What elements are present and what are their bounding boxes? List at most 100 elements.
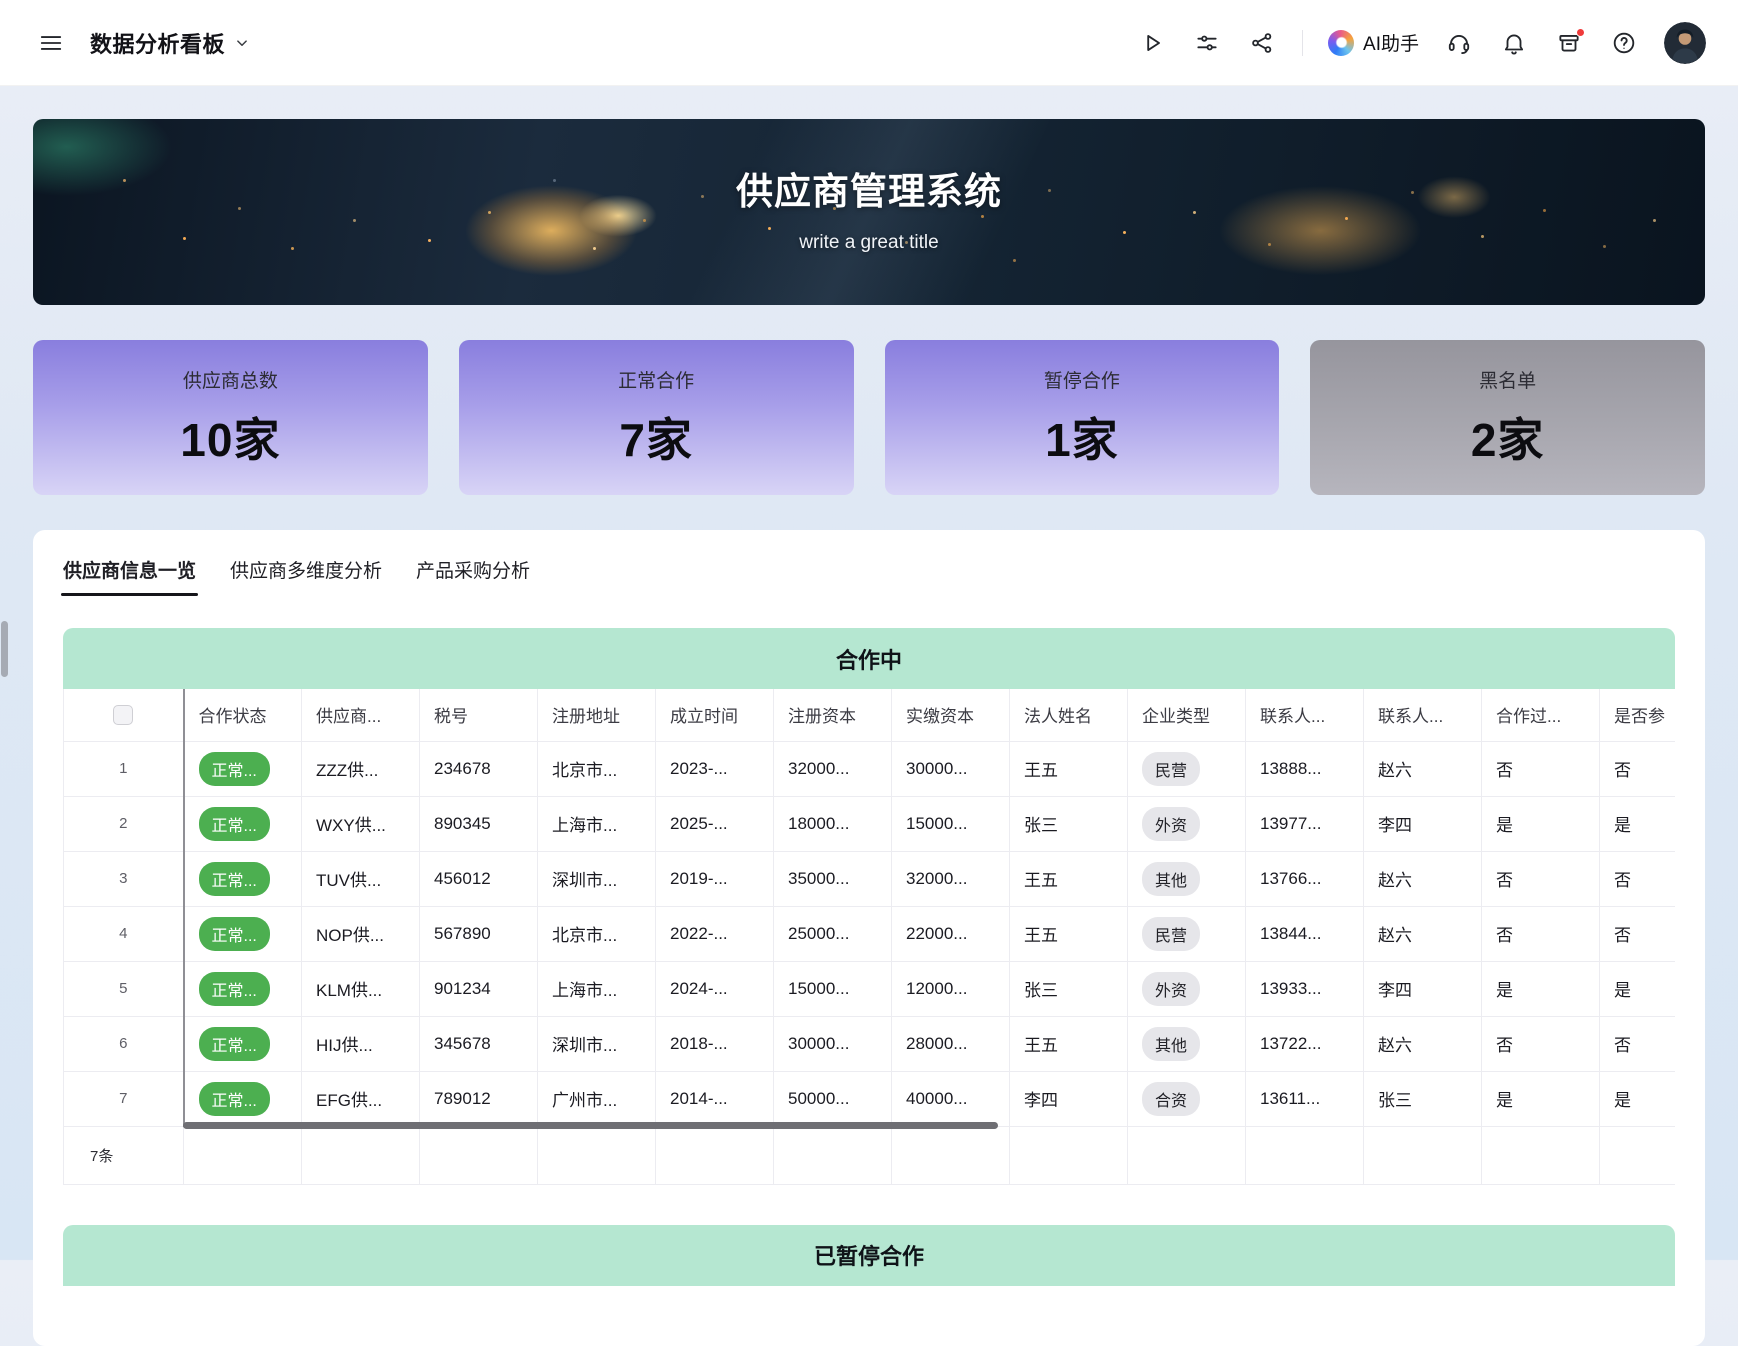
column-header[interactable]: 合作过... [1482, 689, 1600, 741]
stats-row: 供应商总数10家正常合作7家 暂停合作 1家 黑名单2家 [33, 340, 1705, 495]
empty-cell [1010, 1126, 1128, 1184]
column-header[interactable]: 税号 [420, 689, 538, 741]
present-button[interactable] [1137, 28, 1167, 58]
column-header[interactable]: 合作状态 [184, 689, 302, 741]
stat-card[interactable]: 黑名单2家 [1310, 340, 1705, 495]
column-header[interactable]: 供应商... [302, 689, 420, 741]
column-header[interactable]: 成立时间 [656, 689, 774, 741]
cell-supplier: NOP供... [302, 906, 420, 961]
cell-participated: 否 [1600, 851, 1676, 906]
cell-contact-phone: 13766... [1246, 851, 1364, 906]
column-header[interactable]: 法人姓名 [1010, 689, 1128, 741]
empty-cell [1128, 1126, 1246, 1184]
cell-legal-person: 王五 [1010, 906, 1128, 961]
group-header-cooperating[interactable]: 合作中 [63, 628, 1675, 689]
cell-legal-person: 李四 [1010, 1071, 1128, 1126]
cell-contact-phone: 13977... [1246, 796, 1364, 851]
cell-cooperated: 是 [1482, 796, 1600, 851]
company-type-badge: 民营 [1142, 752, 1200, 786]
tabs: 供应商信息一览供应商多维度分析产品采购分析 [63, 556, 1675, 596]
settings-button[interactable] [1192, 28, 1222, 58]
cell-reg-capital: 32000... [774, 741, 892, 796]
support-button[interactable] [1444, 28, 1474, 58]
table-row[interactable]: 1正常...ZZZ供...234678北京市...2023-...32000..… [64, 741, 1676, 796]
status-badge: 正常... [199, 807, 270, 841]
cell-paid-capital: 30000... [892, 741, 1010, 796]
table-row[interactable]: 5正常...KLM供...901234上海市...2024-...15000..… [64, 961, 1676, 1016]
cell-supplier: EFG供... [302, 1071, 420, 1126]
cell-cooperated: 否 [1482, 851, 1600, 906]
tab-1[interactable]: 供应商信息一览 [63, 556, 196, 596]
cell-company-type: 外资 [1128, 796, 1246, 851]
stat-label: 暂停合作 [1044, 366, 1120, 393]
cell-cooperated: 否 [1482, 741, 1600, 796]
table-row[interactable]: 6正常...HIJ供...345678深圳市...2018-...30000..… [64, 1016, 1676, 1071]
table-row[interactable]: 7正常...EFG供...789012广州市...2014-...50000..… [64, 1071, 1676, 1126]
tab-3[interactable]: 产品采购分析 [416, 556, 530, 596]
column-header[interactable]: 企业类型 [1128, 689, 1246, 741]
select-all-checkbox[interactable] [113, 705, 133, 725]
banner-subtitle: write a great title [799, 232, 938, 254]
empty-cell [1600, 1126, 1676, 1184]
ai-assistant-logo-icon [1328, 30, 1354, 56]
column-header[interactable]: 是否参 [1600, 689, 1676, 741]
cell-founded: 2023-... [656, 741, 774, 796]
table-row[interactable]: 2正常...WXY供...890345上海市...2025-...18000..… [64, 796, 1676, 851]
dashboard-title-dropdown[interactable]: 数据分析看板 [90, 27, 251, 59]
cell-status: 正常... [184, 796, 302, 851]
horizontal-scrollbar[interactable] [183, 1122, 998, 1129]
stat-card[interactable]: 供应商总数10家 [33, 340, 428, 495]
vertical-scrollbar[interactable] [1, 621, 8, 677]
cell-reg-capital: 25000... [774, 906, 892, 961]
row-number: 4 [64, 906, 184, 961]
tab-2[interactable]: 供应商多维度分析 [230, 556, 382, 596]
row-count: 7条 [64, 1126, 184, 1184]
notifications-button[interactable] [1499, 28, 1529, 58]
cell-reg-capital: 18000... [774, 796, 892, 851]
column-header[interactable]: 联系人... [1246, 689, 1364, 741]
table-footer-row: 7条 [64, 1126, 1676, 1184]
group-header-paused[interactable]: 已暂停合作 [63, 1225, 1675, 1286]
cell-company-type: 外资 [1128, 961, 1246, 1016]
column-header[interactable]: 实缴资本 [892, 689, 1010, 741]
stat-value: 1家 [1045, 404, 1119, 470]
cell-paid-capital: 15000... [892, 796, 1010, 851]
status-badge: 正常... [199, 972, 270, 1006]
status-badge: 正常... [199, 752, 270, 786]
empty-cell [420, 1126, 538, 1184]
table-row[interactable]: 3正常...TUV供...456012深圳市...2019-...35000..… [64, 851, 1676, 906]
empty-cell [302, 1126, 420, 1184]
cell-cooperated: 否 [1482, 906, 1600, 961]
headset-icon [1446, 30, 1472, 56]
column-header[interactable]: 注册地址 [538, 689, 656, 741]
stat-card[interactable]: 暂停合作 1家 [885, 340, 1280, 495]
cell-contact-phone: 13844... [1246, 906, 1364, 961]
empty-cell [892, 1126, 1010, 1184]
inbox-button[interactable] [1554, 28, 1584, 58]
cell-paid-capital: 28000... [892, 1016, 1010, 1071]
stat-card[interactable]: 正常合作7家 [459, 340, 854, 495]
help-button[interactable] [1609, 28, 1639, 58]
share-button[interactable] [1247, 28, 1277, 58]
cell-tax-no: 567890 [420, 906, 538, 961]
company-type-badge: 其他 [1142, 1027, 1200, 1061]
cell-status: 正常... [184, 741, 302, 796]
empty-cell [774, 1126, 892, 1184]
column-header[interactable]: 联系人... [1364, 689, 1482, 741]
cell-contact-phone: 13722... [1246, 1016, 1364, 1071]
cell-company-type: 合资 [1128, 1071, 1246, 1126]
table-row[interactable]: 4正常...NOP供...567890北京市...2022-...25000..… [64, 906, 1676, 961]
cell-founded: 2014-... [656, 1071, 774, 1126]
avatar-photo [1664, 22, 1706, 64]
cell-tax-no: 890345 [420, 796, 538, 851]
cell-legal-person: 张三 [1010, 961, 1128, 1016]
user-avatar[interactable] [1664, 22, 1706, 64]
column-header[interactable]: 注册资本 [774, 689, 892, 741]
hero-banner: 供应商管理系统 write a great title [33, 119, 1705, 305]
menu-button[interactable] [36, 28, 66, 58]
cell-founded: 2018-... [656, 1016, 774, 1071]
ai-assistant-button[interactable]: AI助手 [1328, 29, 1419, 56]
cell-paid-capital: 32000... [892, 851, 1010, 906]
cell-founded: 2019-... [656, 851, 774, 906]
cell-contact-name: 张三 [1364, 1071, 1482, 1126]
